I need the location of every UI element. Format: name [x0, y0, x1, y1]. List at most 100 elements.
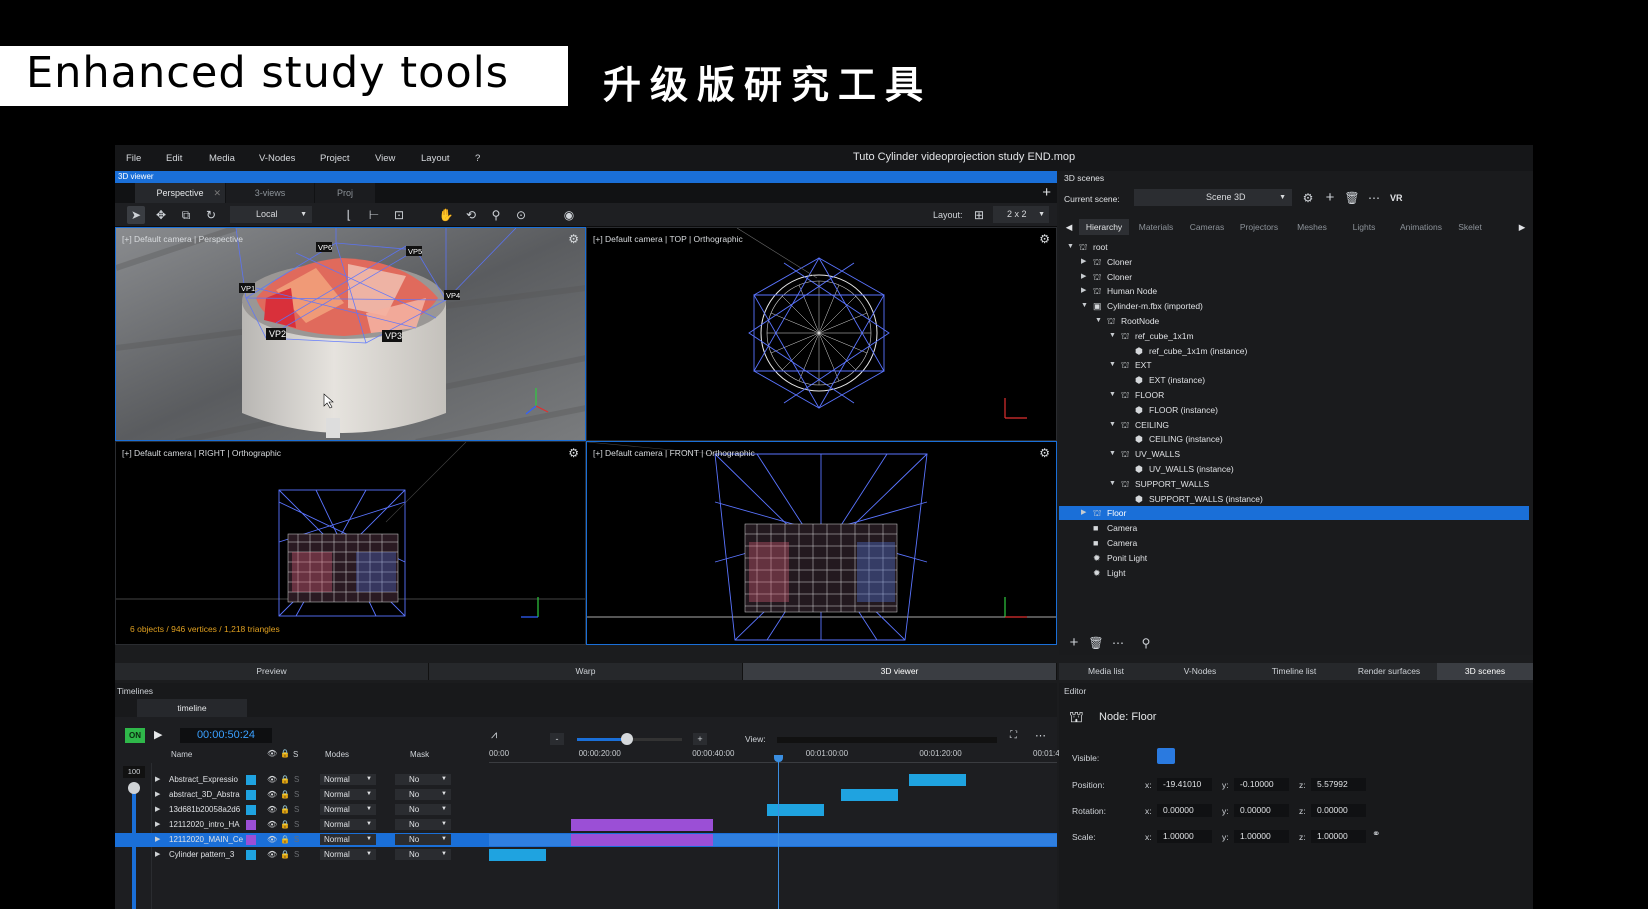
frame-icon[interactable]: ⊙ — [512, 206, 530, 224]
timeline-layer-row[interactable]: ▶ Cylinder pattern_3 👁 🔒 S Normal ▼ No ▼ — [115, 848, 1057, 862]
eye-icon[interactable]: 👁 — [267, 803, 277, 817]
gear-icon[interactable]: ⚙ — [568, 446, 579, 460]
blend-mode-select[interactable]: Normal ▼ — [320, 819, 376, 830]
tree-node[interactable]: ▼ ⛫ RootNode — [1059, 314, 1529, 328]
playhead-handle[interactable] — [773, 755, 783, 762]
move-tool-icon[interactable]: ✥ — [152, 206, 170, 224]
vr-button[interactable]: VR — [1390, 193, 1403, 203]
position-y-field[interactable]: -0.10000 — [1234, 778, 1289, 791]
tree-node[interactable]: ▶ ⛫ Cloner — [1059, 270, 1529, 284]
gear-icon[interactable]: ⚙ — [1299, 189, 1317, 207]
tree-node[interactable]: ▶ ⛫ Human Node — [1059, 284, 1529, 298]
tree-node[interactable]: ▼ ⛫ EXT — [1059, 358, 1529, 372]
menu-file[interactable]: File — [126, 153, 141, 164]
position-x-field[interactable]: -19.41010 — [1157, 778, 1212, 791]
tab-3d-viewer[interactable]: 3D viewer — [743, 663, 1057, 680]
timeline-on-toggle[interactable]: ON — [125, 728, 145, 743]
layout-select[interactable]: 2 x 2 ▼ — [993, 206, 1049, 223]
tree-node[interactable]: ⬢ UV_WALLS (instance) — [1059, 462, 1529, 476]
scale-z-field[interactable]: 1.00000 — [1311, 830, 1366, 843]
expand-open-icon[interactable]: ▼ — [1109, 418, 1116, 432]
blend-mode-select[interactable]: Normal ▼ — [320, 774, 376, 785]
tree-node[interactable]: ▼ ⛫ FLOOR — [1059, 388, 1529, 402]
mask-select[interactable]: No ▼ — [395, 849, 451, 860]
chevron-left-icon[interactable]: ◀ — [1059, 219, 1079, 235]
expand-open-icon[interactable]: ▼ — [1109, 477, 1116, 491]
view-scrollbar[interactable] — [777, 737, 997, 743]
solo-toggle[interactable]: S — [294, 833, 299, 847]
tab-timeline-list[interactable]: Timeline list — [1247, 663, 1341, 680]
menu-media[interactable]: Media — [209, 153, 235, 164]
expand-open-icon[interactable]: ▼ — [1109, 388, 1116, 402]
tree-node[interactable]: ⬢ EXT (instance) — [1059, 373, 1529, 387]
current-scene-select[interactable]: Scene 3D ▼ — [1134, 189, 1292, 206]
lock-icon[interactable]: 🔒 — [280, 773, 290, 787]
tab-projectors[interactable]: Projectors — [1233, 219, 1285, 235]
tab-meshes[interactable]: Meshes — [1287, 219, 1337, 235]
mask-select[interactable]: No ▼ — [395, 834, 451, 845]
zoom-in-button[interactable]: + — [693, 733, 707, 745]
tab-proj[interactable]: Proj — [315, 183, 375, 203]
curve-editor-icon[interactable]: ⩘ — [491, 729, 497, 742]
search-icon[interactable]: ⚲ — [1137, 634, 1155, 652]
tab-hierarchy[interactable]: Hierarchy — [1079, 219, 1129, 235]
lock-icon[interactable]: 🔒 — [280, 833, 290, 847]
scale-tool-icon[interactable]: ⧉ — [177, 206, 195, 224]
pan-icon[interactable]: ✋ — [437, 206, 455, 224]
expand-closed-icon[interactable]: ▶ — [1081, 506, 1086, 520]
lock-icon[interactable]: 🔒 — [280, 803, 290, 817]
expand-open-icon[interactable]: ▼ — [1067, 240, 1074, 254]
timeline-clip[interactable] — [909, 774, 967, 786]
lock-icon[interactable]: 🔒 — [280, 818, 290, 832]
lock-icon[interactable]: 🔒 — [280, 788, 290, 802]
tab-animations[interactable]: Animations — [1391, 219, 1451, 235]
gear-icon[interactable]: ⚙ — [1039, 446, 1050, 460]
mask-select[interactable]: No ▼ — [395, 804, 451, 815]
expand-closed-icon[interactable]: ▶ — [155, 833, 160, 847]
eye-icon[interactable]: 👁 — [267, 833, 277, 847]
timeline-layer-row[interactable]: ▶ abstract_3D_Abstra 👁 🔒 S Normal ▼ No ▼ — [115, 788, 1057, 802]
tab-timeline[interactable]: timeline — [137, 699, 247, 717]
trash-icon[interactable]: 🗑 — [1343, 189, 1361, 207]
playhead[interactable] — [773, 755, 783, 909]
timeline-layer-row[interactable]: ▶ 12112020_MAIN_Ce 👁 🔒 S Normal ▼ No ▼ — [115, 833, 1057, 847]
tree-node[interactable]: ⬢ ref_cube_1x1m (instance) — [1059, 344, 1529, 358]
eye-icon[interactable]: 👁 — [267, 788, 277, 802]
screenshot-camera-icon[interactable]: ◉ — [560, 206, 578, 224]
tree-node[interactable]: ▼ ⛫ CEILING — [1059, 418, 1529, 432]
measure-icon[interactable]: ⊢ — [365, 206, 383, 224]
layout-grid-icon[interactable]: ⊞ — [970, 206, 988, 224]
scale-y-field[interactable]: 1.00000 — [1234, 830, 1289, 843]
solo-toggle[interactable]: S — [294, 848, 299, 862]
visible-checkbox[interactable] — [1157, 748, 1175, 764]
more-icon[interactable]: ⋯ — [1365, 189, 1383, 207]
link-scale-icon[interactable]: ⚭ — [1372, 829, 1380, 840]
tree-node[interactable]: ▼ ▣ Cylinder-m.fbx (imported) — [1059, 299, 1529, 313]
rotate-tool-icon[interactable]: ↻ — [202, 206, 220, 224]
tab-cameras[interactable]: Cameras — [1183, 219, 1231, 235]
add-icon[interactable]: + — [1321, 189, 1339, 207]
zoom-icon[interactable]: ⚲ — [487, 206, 505, 224]
timeline-clip[interactable] — [767, 804, 825, 816]
timeline-layer-row[interactable]: ▶ Abstract_Expressio 👁 🔒 S Normal ▼ No ▼ — [115, 773, 1057, 787]
tree-node[interactable]: ⬢ FLOOR (instance) — [1059, 403, 1529, 417]
solo-toggle[interactable]: S — [294, 773, 299, 787]
timeline-clip[interactable] — [841, 789, 898, 801]
trash-icon[interactable]: 🗑 — [1087, 634, 1105, 652]
coordinate-mode-select[interactable]: Local ▼ — [230, 206, 312, 223]
blend-mode-select[interactable]: Normal ▼ — [320, 849, 376, 860]
expand-closed-icon[interactable]: ▶ — [1081, 270, 1086, 284]
blend-mode-select[interactable]: Normal ▼ — [320, 834, 376, 845]
position-z-field[interactable]: 5.57992 — [1311, 778, 1366, 791]
zoom-slider-track[interactable] — [577, 733, 682, 745]
tab-warp[interactable]: Warp — [429, 663, 743, 680]
mask-select[interactable]: No ▼ — [395, 789, 451, 800]
eye-icon[interactable]: 👁 — [267, 818, 277, 832]
snap-icon[interactable]: ⌊ — [340, 206, 358, 224]
gear-icon[interactable]: ⚙ — [1039, 232, 1050, 246]
menu-help[interactable]: ? — [475, 153, 480, 164]
tab-materials[interactable]: Materials — [1131, 219, 1181, 235]
menu-edit[interactable]: Edit — [166, 153, 182, 164]
eye-icon[interactable]: 👁 — [267, 848, 277, 862]
solo-toggle[interactable]: S — [294, 788, 299, 802]
